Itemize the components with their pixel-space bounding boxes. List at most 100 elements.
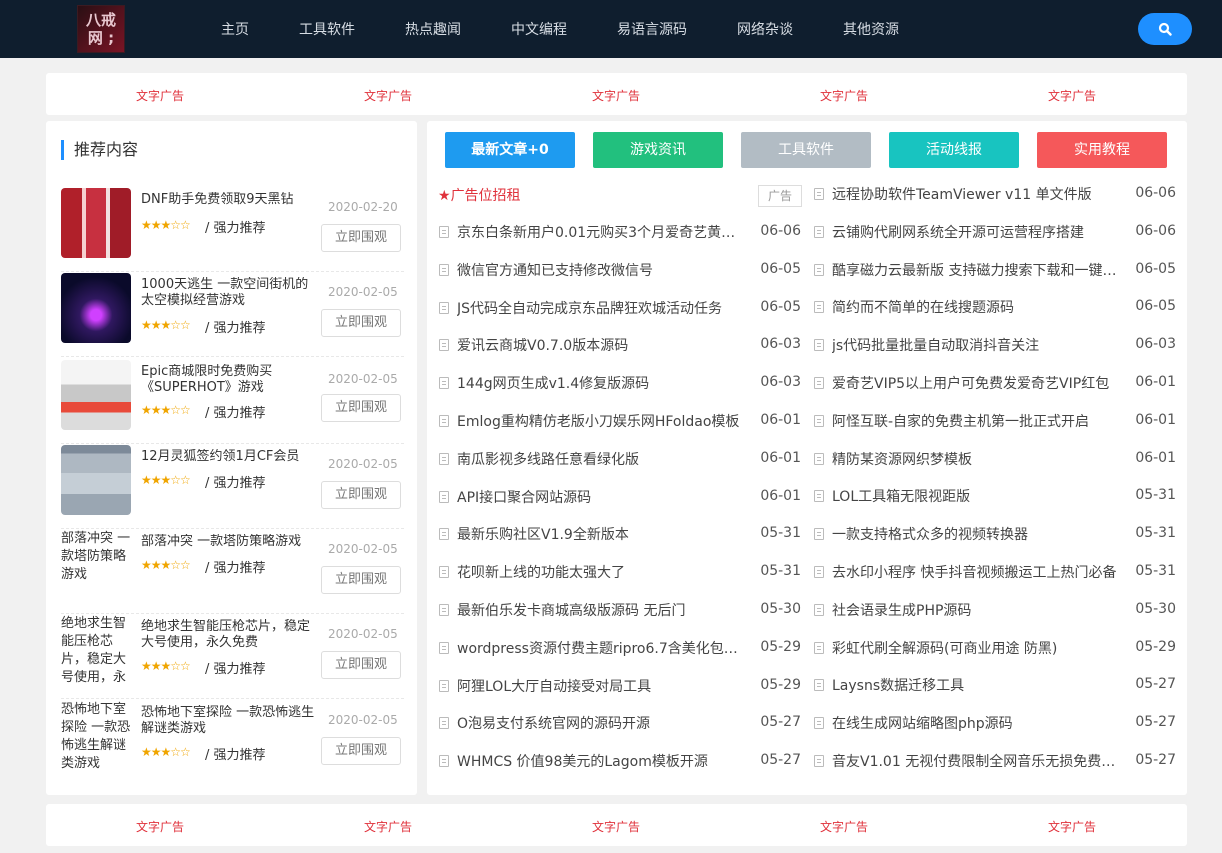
article-title[interactable]: JS代码全自动完成京东品牌狂欢城活动任务: [457, 298, 722, 318]
nav-item-chinese-programming[interactable]: 中文编程: [511, 19, 567, 39]
article-row[interactable]: 社会语录生成PHP源码 05-30: [814, 599, 1176, 621]
article-title[interactable]: 精防某资源网织梦模板: [832, 449, 972, 469]
nav-item-tools[interactable]: 工具软件: [299, 19, 355, 39]
article-row[interactable]: 去水印小程序 快手抖音视频搬运工上热门必备 05-31: [814, 561, 1176, 583]
article-row[interactable]: 远程协助软件TeamViewer v11 单文件版 06-06: [814, 183, 1176, 205]
text-ad-link[interactable]: 文字广告: [814, 818, 874, 835]
nav-item-home[interactable]: 主页: [221, 19, 249, 39]
article-row[interactable]: 音友V1.01 无视付费限制全网音乐无损免费下载 05-27: [814, 750, 1176, 772]
article-title[interactable]: 去水印小程序 快手抖音视频搬运工上热门必备: [832, 562, 1116, 582]
recommended-item[interactable]: 1000天逃生 一款空间街机的太空模拟经营游戏 ★★★☆☆ / 强力推荐 202…: [61, 273, 404, 357]
article-title[interactable]: API接口聚合网站源码: [457, 487, 591, 507]
article-title[interactable]: 微信官方通知已支持修改微信号: [457, 260, 653, 280]
article-title[interactable]: 最新乐购社区V1.9全新版本: [457, 524, 629, 544]
article-row[interactable]: Emlog重构精仿老版小刀娱乐网HFoldao模板 06-01: [439, 410, 801, 432]
article-row[interactable]: 一款支持格式众多的视频转换器 05-31: [814, 523, 1176, 545]
item-thumbnail[interactable]: [61, 273, 131, 343]
article-title[interactable]: Laysns数据迁移工具: [832, 675, 964, 695]
text-ad-link[interactable]: 文字广告: [358, 87, 418, 104]
article-title[interactable]: 阿怪互联-自家的免费主机第一批正式开启: [832, 411, 1089, 431]
article-row[interactable]: 简约而不简单的在线搜题源码 06-05: [814, 296, 1176, 318]
article-title[interactable]: 在线生成网站缩略图php源码: [832, 713, 1013, 733]
view-button[interactable]: 立即围观: [321, 224, 401, 252]
article-title[interactable]: 京东白条新用户0.01元购买3个月爱奇艺黄金会员: [457, 222, 749, 242]
article-row[interactable]: 花呗新上线的功能太强大了 05-31: [439, 561, 801, 583]
article-row[interactable]: O泡易支付系统官网的源码开源 05-27: [439, 712, 801, 734]
article-title[interactable]: 最新伯乐发卡商城高级版源码 无后门: [457, 600, 685, 620]
text-ad-link[interactable]: 文字广告: [1042, 87, 1102, 104]
recommended-item[interactable]: Epic商城限时免费购买《SUPERHOT》游戏 ★★★☆☆ / 强力推荐 20…: [61, 360, 404, 444]
search-button[interactable]: [1138, 13, 1192, 45]
article-title[interactable]: 社会语录生成PHP源码: [832, 600, 971, 620]
article-row[interactable]: 酷享磁力云最新版 支持磁力搜索下载和一键播放 06-05: [814, 259, 1176, 281]
article-row[interactable]: js代码批量批量自动取消抖音关注 06-03: [814, 334, 1176, 356]
item-title[interactable]: DNF助手免费领取9天黑钻: [141, 192, 321, 208]
article-row[interactable]: API接口聚合网站源码 06-01: [439, 486, 801, 508]
article-row[interactable]: 最新乐购社区V1.9全新版本 05-31: [439, 523, 801, 545]
article-row[interactable]: LOL工具箱无限视距版 05-31: [814, 485, 1176, 507]
text-ad-link[interactable]: 文字广告: [130, 87, 190, 104]
text-ad-link[interactable]: 文字广告: [130, 818, 190, 835]
article-row[interactable]: 在线生成网站缩略图php源码 05-27: [814, 712, 1176, 734]
article-title[interactable]: 花呗新上线的功能太强大了: [457, 562, 625, 582]
article-title[interactable]: js代码批量批量自动取消抖音关注: [832, 335, 1039, 355]
item-title[interactable]: 部落冲突 一款塔防策略游戏: [141, 534, 321, 550]
view-button[interactable]: 立即围观: [321, 651, 401, 679]
article-row[interactable]: 最新伯乐发卡商城高级版源码 无后门 05-30: [439, 599, 801, 621]
site-logo[interactable]: 八戒 网 ;: [77, 5, 125, 53]
recommended-item[interactable]: 部落冲突 一款塔防策略游戏 部落冲突 一款塔防策略游戏 ★★★☆☆ / 强力推荐…: [61, 530, 404, 614]
article-title[interactable]: 简约而不简单的在线搜题源码: [832, 297, 1014, 317]
nav-item-other[interactable]: 其他资源: [843, 19, 899, 39]
article-title[interactable]: LOL工具箱无限视距版: [832, 486, 970, 506]
text-ad-link[interactable]: 文字广告: [586, 87, 646, 104]
article-row[interactable]: 阿怪互联-自家的免费主机第一批正式开启 06-01: [814, 410, 1176, 432]
article-title[interactable]: 阿狸LOL大厅自动接受对局工具: [457, 676, 651, 696]
tab-tools[interactable]: 工具软件: [741, 132, 871, 168]
article-row[interactable]: 京东白条新用户0.01元购买3个月爱奇艺黄金会员 06-06: [439, 221, 801, 243]
nav-item-network-talk[interactable]: 网络杂谈: [737, 19, 793, 39]
tab-tutorials[interactable]: 实用教程: [1037, 132, 1167, 168]
recommended-item[interactable]: 恐怖地下室探险 一款恐怖逃生解谜类游戏 恐怖地下室探险 一款恐怖逃生解谜类游戏 …: [61, 701, 404, 785]
article-title[interactable]: 爱奇艺VIP5以上用户可免费发爱奇艺VIP红包: [832, 373, 1109, 393]
item-title[interactable]: 恐怖地下室探险 一款恐怖逃生解谜类游戏: [141, 705, 321, 737]
article-title[interactable]: 一款支持格式众多的视频转换器: [832, 524, 1028, 544]
article-title[interactable]: 云铺购代刷网系统全开源可运营程序搭建: [832, 222, 1084, 242]
item-title[interactable]: 1000天逃生 一款空间街机的太空模拟经营游戏: [141, 277, 321, 309]
article-title[interactable]: wordpress资源付费主题ripro6.7含美化包和插件: [457, 638, 749, 658]
item-thumbnail-broken[interactable]: 绝地求生智能压枪芯片，稳定大号使用，永久免费: [61, 615, 131, 685]
article-title[interactable]: Emlog重构精仿老版小刀娱乐网HFoldao模板: [457, 411, 739, 431]
item-thumbnail-broken[interactable]: 恐怖地下室探险 一款恐怖逃生解谜类游戏: [61, 701, 131, 771]
article-row[interactable]: 精防某资源网织梦模板 06-01: [814, 448, 1176, 470]
text-ad-link[interactable]: 文字广告: [814, 87, 874, 104]
text-ad-link[interactable]: 文字广告: [586, 818, 646, 835]
article-row[interactable]: 爱讯云商城V0.7.0版本源码 06-03: [439, 334, 801, 356]
view-button[interactable]: 立即围观: [321, 737, 401, 765]
article-title[interactable]: 酷享磁力云最新版 支持磁力搜索下载和一键播放: [832, 260, 1124, 280]
article-row[interactable]: 阿狸LOL大厅自动接受对局工具 05-29: [439, 675, 801, 697]
item-thumbnail-broken[interactable]: 部落冲突 一款塔防策略游戏: [61, 530, 131, 600]
article-title[interactable]: 南瓜影视多线路任意看绿化版: [457, 449, 639, 469]
item-title[interactable]: 绝地求生智能压枪芯片，稳定大号使用，永久免费: [141, 619, 321, 651]
tab-latest[interactable]: 最新文章+0: [445, 132, 575, 168]
article-title[interactable]: 彩虹代刷全解源码(可商业用途 防黑): [832, 638, 1057, 658]
item-thumbnail[interactable]: [61, 360, 131, 430]
view-button[interactable]: 立即围观: [321, 394, 401, 422]
view-button[interactable]: 立即围观: [321, 481, 401, 509]
article-title[interactable]: 音友V1.01 无视付费限制全网音乐无损免费下载: [832, 751, 1124, 771]
article-title[interactable]: 144g网页生成v1.4修复版源码: [457, 373, 649, 393]
nav-item-hot[interactable]: 热点趣闻: [405, 19, 461, 39]
article-title[interactable]: O泡易支付系统官网的源码开源: [457, 713, 650, 733]
article-title[interactable]: WHMCS 价值98美元的Lagom模板开源: [457, 751, 708, 771]
article-title[interactable]: 远程协助软件TeamViewer v11 单文件版: [832, 184, 1092, 204]
article-row[interactable]: 144g网页生成v1.4修复版源码 06-03: [439, 372, 801, 394]
article-row[interactable]: Laysns数据迁移工具 05-27: [814, 674, 1176, 696]
recommended-item[interactable]: DNF助手免费领取9天黑钻 ★★★☆☆ / 强力推荐 2020-02-20 立即…: [61, 188, 404, 272]
nav-item-eyuyan-source[interactable]: 易语言源码: [617, 19, 687, 39]
article-row[interactable]: WHMCS 价值98美元的Lagom模板开源 05-27: [439, 750, 801, 772]
article-row[interactable]: 微信官方通知已支持修改微信号 06-05: [439, 259, 801, 281]
item-thumbnail[interactable]: [61, 445, 131, 515]
article-row[interactable]: 云铺购代刷网系统全开源可运营程序搭建 06-06: [814, 221, 1176, 243]
recommended-item[interactable]: 绝地求生智能压枪芯片，稳定大号使用，永久免费 绝地求生智能压枪芯片，稳定大号使用…: [61, 615, 404, 699]
item-title[interactable]: Epic商城限时免费购买《SUPERHOT》游戏: [141, 364, 321, 396]
view-button[interactable]: 立即围观: [321, 566, 401, 594]
